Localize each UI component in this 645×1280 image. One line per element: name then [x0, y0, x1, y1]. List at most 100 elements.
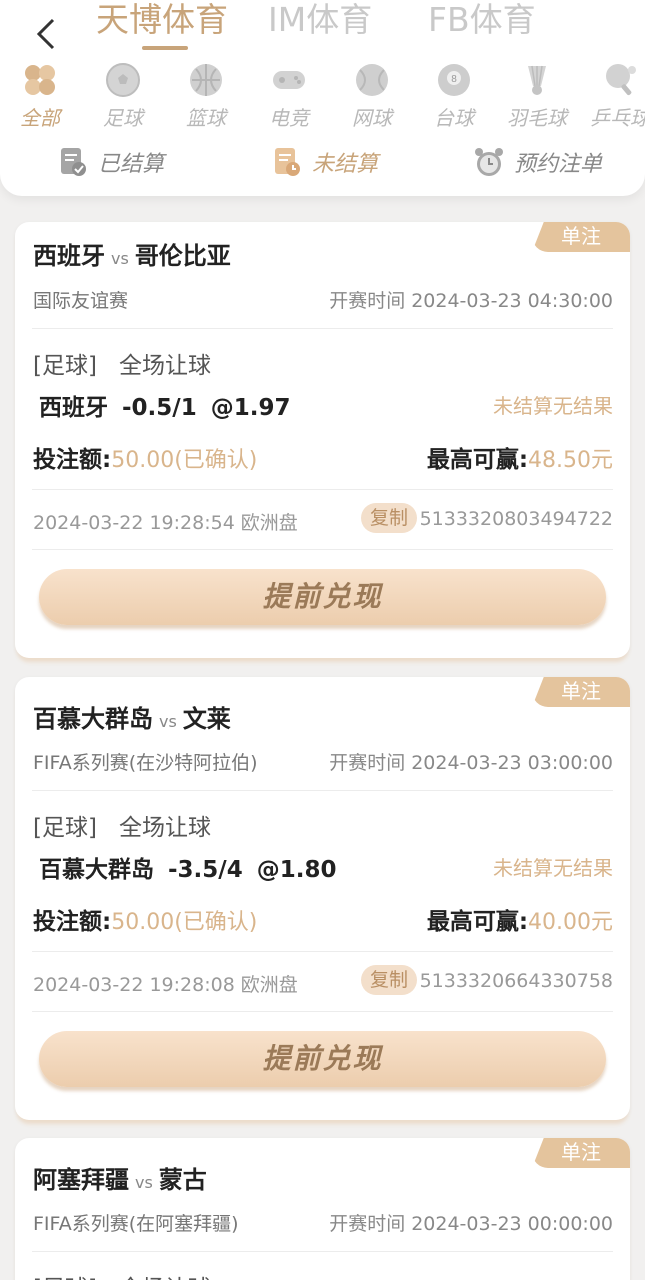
settlement-status: 未结算无结果: [493, 394, 613, 418]
settlement-status-tabs: 已结算 未结算 预约注单: [0, 142, 645, 190]
sport-type: [足球]: [33, 353, 97, 379]
settlement-status: 未结算无结果: [493, 856, 613, 880]
order-number: 5133320664330758: [419, 970, 613, 992]
vs-label: vs: [135, 1173, 153, 1192]
bet-selection: 百慕大群岛 -3.5/4 @1.80: [39, 850, 350, 884]
single-bet-badge: 单注: [532, 1138, 630, 1168]
shuttlecock-icon: [528, 65, 546, 95]
home-team: 百慕大群岛: [33, 705, 153, 733]
single-bet-badge: 单注: [532, 677, 630, 707]
category-label: 篮球: [186, 106, 226, 130]
copy-button[interactable]: 复制: [361, 965, 417, 995]
category-ping-pong[interactable]: 乒乓球: [580, 62, 645, 131]
max-win-label: 最高可赢:: [426, 447, 529, 473]
category-all[interactable]: 全部: [0, 62, 80, 131]
top-header: 天博体育 IM体育 FB体育 全部 足球 篮球 电竞 网球 8 台球 羽毛球 乒…: [0, 0, 645, 196]
bet-card: 单注 百慕大群岛 vs 文莱 FIFA系列赛(在沙特阿拉伯) 开赛时间 2024-03…: [15, 677, 630, 1120]
category-label: 羽毛球: [507, 106, 567, 130]
divider: [32, 549, 613, 550]
away-team: 哥伦比亚: [134, 242, 231, 270]
category-label: 全部: [20, 106, 60, 130]
category-soccer[interactable]: 足球: [83, 62, 163, 131]
placed-time: 2024-03-22 19:28:08: [33, 974, 235, 996]
cash-out-button[interactable]: 提前兑现: [39, 569, 606, 625]
single-bet-badge: 单注: [532, 222, 630, 252]
status-label: 预约注单: [514, 152, 603, 177]
billiard-ball-icon: 8: [438, 64, 470, 96]
copy-button[interactable]: 复制: [361, 503, 417, 533]
odds-type: 欧洲盘: [240, 974, 298, 996]
category-tennis[interactable]: 网球: [332, 62, 412, 131]
stake-label: 投注额:: [33, 447, 112, 473]
match-teams: 西班牙 vs 哥伦比亚: [33, 236, 231, 271]
tab-im[interactable]: IM体育: [268, 0, 372, 40]
category-label: 网球: [352, 106, 392, 130]
vs-label: vs: [111, 249, 129, 268]
category-badminton[interactable]: 羽毛球: [497, 62, 577, 131]
sport-type: [足球]: [33, 1276, 97, 1280]
max-win: 最高可赢:48.50元: [427, 440, 613, 474]
all-grid-icon: [25, 65, 55, 95]
category-basketball[interactable]: 篮球: [166, 62, 246, 131]
market-type: 全场让球: [118, 353, 211, 379]
odds: @1.80: [256, 857, 337, 883]
bet-selection: 西班牙 -0.5/1 @1.97: [39, 388, 304, 422]
odds: @1.97: [210, 395, 291, 421]
category-esports[interactable]: 电竞: [249, 62, 329, 131]
max-win-value: 48.50元: [528, 448, 613, 473]
tab-tianbo[interactable]: 天博体育: [96, 0, 228, 40]
divider: [32, 489, 613, 490]
settled-doc-icon: [61, 148, 86, 176]
status-tab-settled[interactable]: 已结算: [58, 146, 164, 178]
basketball-icon: [190, 64, 222, 96]
category-billiards[interactable]: 8 台球: [414, 62, 494, 131]
sport-category-bar: 全部 足球 篮球 电竞 网球 8 台球 羽毛球 乒乓球: [0, 62, 645, 132]
league-name: 国际友谊赛: [33, 290, 129, 312]
league-name: FIFA系列赛(在沙特阿拉伯): [33, 752, 258, 774]
provider-tabs: 天博体育 IM体育 FB体育: [0, 0, 645, 54]
pick-team: 百慕大群岛: [39, 857, 154, 883]
away-team: 文莱: [182, 705, 231, 733]
cash-out-button[interactable]: 提前兑现: [39, 1031, 606, 1087]
confirmed-status: (已确认): [174, 448, 258, 473]
soccer-ball-icon: [106, 63, 140, 97]
match-teams: 阿塞拜疆 vs 蒙古: [33, 1160, 207, 1195]
vs-label: vs: [159, 712, 177, 731]
max-win-label: 最高可赢:: [426, 909, 529, 935]
svg-text:8: 8: [451, 74, 457, 85]
bet-placed-info: 2024-03-22 19:28:54 欧洲盘: [33, 508, 304, 535]
divider: [32, 1251, 613, 1252]
category-label: 台球: [434, 106, 474, 130]
gamepad-icon: [273, 71, 305, 89]
category-label: 足球: [103, 106, 143, 130]
chevron-left-icon: [36, 18, 55, 50]
match-start-time: 开赛时间 2024-03-23 04:30:00: [323, 286, 613, 313]
max-win: 最高可赢:40.00元: [427, 902, 613, 936]
start-value: 2024-03-23 04:30:00: [411, 290, 613, 312]
start-label: 开赛时间: [329, 1213, 406, 1235]
home-team: 西班牙: [33, 242, 105, 270]
sport-market: [足球] 全场让球: [33, 1269, 211, 1280]
bet-placed-info: 2024-03-22 19:28:08 欧洲盘: [33, 970, 304, 997]
start-value: 2024-03-23 00:00:00: [411, 1213, 613, 1235]
status-label: 未结算: [312, 152, 379, 177]
start-label: 开赛时间: [329, 290, 406, 312]
back-button[interactable]: [28, 14, 64, 54]
active-tab-indicator: [142, 46, 188, 50]
category-label: 电竞: [269, 106, 309, 130]
away-team: 蒙古: [158, 1166, 207, 1194]
placed-time: 2024-03-22 19:28:54: [33, 512, 235, 534]
handicap: -3.5/4: [168, 857, 243, 883]
status-tab-unsettled[interactable]: 未结算: [272, 146, 378, 178]
order-number: 5133320803494722: [419, 508, 613, 530]
divider: [32, 951, 613, 952]
status-tab-reserved[interactable]: 预约注单: [474, 146, 602, 178]
tab-fb[interactable]: FB体育: [428, 0, 536, 40]
pick-team: 西班牙: [39, 395, 108, 421]
stake-value: 50.00: [111, 448, 175, 473]
sport-type: [足球]: [33, 815, 97, 841]
start-value: 2024-03-23 03:00:00: [411, 752, 613, 774]
alarm-clock-icon: [475, 148, 503, 176]
handicap: -0.5/1: [122, 395, 197, 421]
stake-amount: 投注额:50.00(已确认): [33, 440, 257, 474]
